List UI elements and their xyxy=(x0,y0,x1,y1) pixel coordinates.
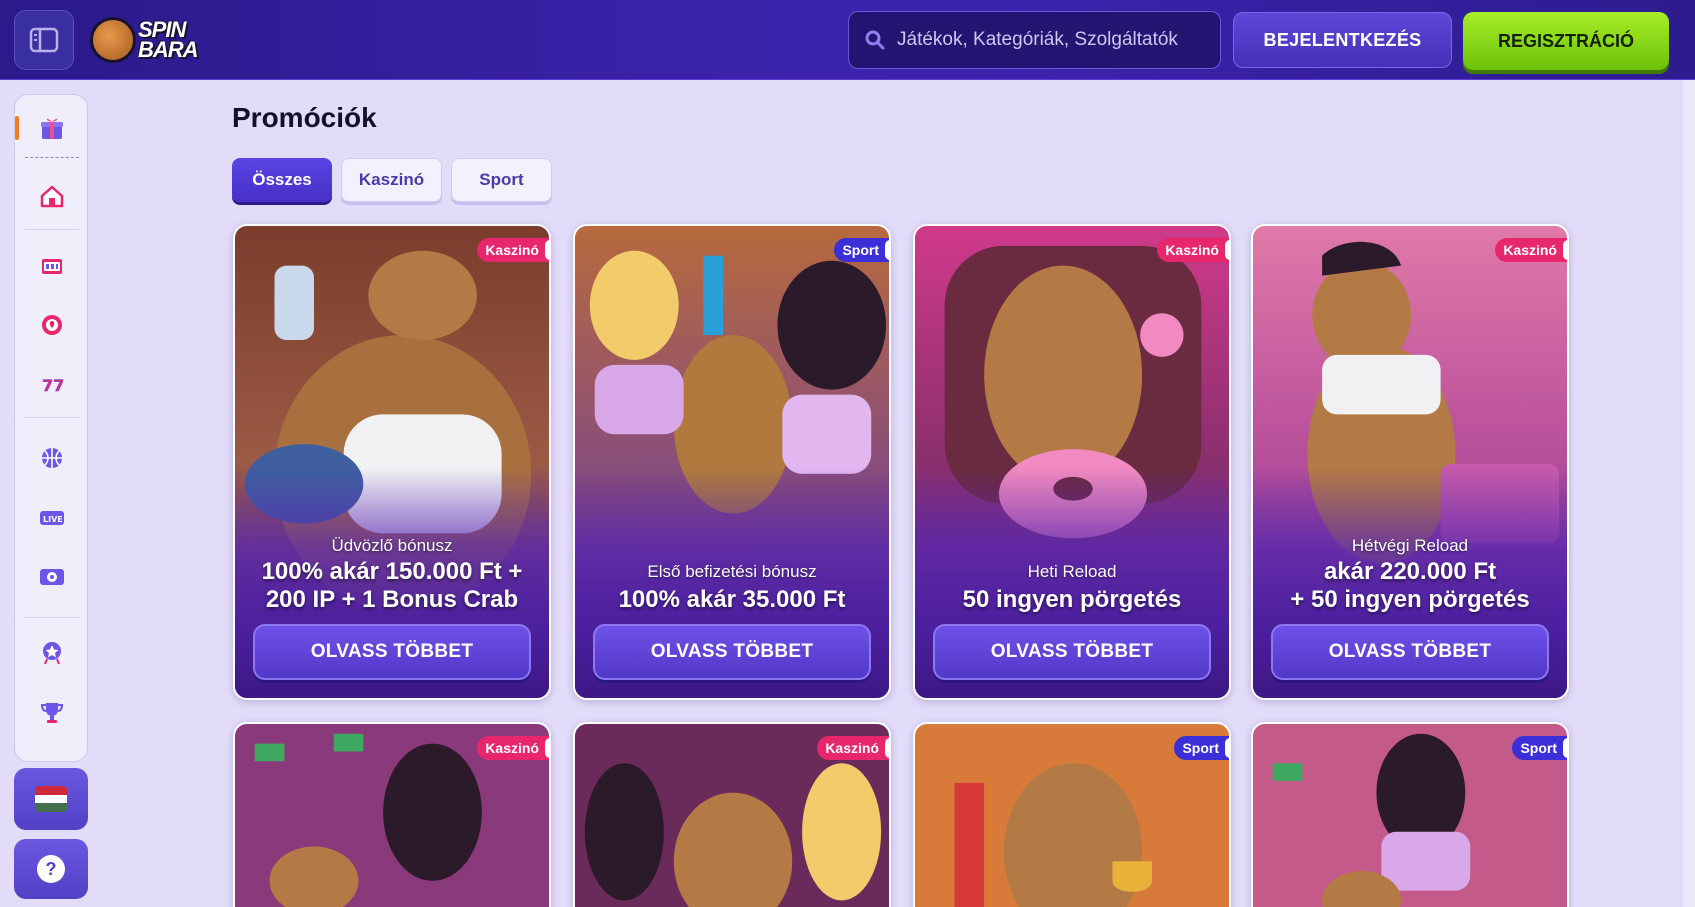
help-icon: ? xyxy=(37,855,65,883)
sidebar-item-tournaments[interactable] xyxy=(15,687,89,737)
promo-subtitle: Heti Reload xyxy=(1027,562,1117,581)
promo-card-welcome-bonus[interactable]: Kaszinó Üdvözlő bónusz 100% akár 150.000… xyxy=(233,224,551,700)
category-badge: Kaszinó xyxy=(817,736,889,760)
sidebar-toggle-icon xyxy=(29,27,59,53)
category-badge: Sport xyxy=(1512,736,1567,760)
search-input[interactable]: Játékok, Kategóriák, Szolgáltatók xyxy=(848,11,1221,69)
promo-card-weekend-reload[interactable]: Kaszinó Hétvégi Reload akár 220.000 Ft +… xyxy=(1251,224,1569,700)
gift-icon xyxy=(41,118,63,139)
search-icon xyxy=(865,30,885,50)
home-icon xyxy=(40,185,64,208)
poker-chip-icon xyxy=(42,315,62,335)
promo-subtitle: Hétvégi Reload xyxy=(1351,536,1469,555)
promo-card[interactable]: Kaszinó xyxy=(233,722,551,907)
category-badge: Kaszinó xyxy=(1495,238,1567,262)
top-header: SPIN BARA Játékok, Kategóriák, Szolgálta… xyxy=(0,0,1695,80)
sidebar-item-promotions[interactable] xyxy=(15,103,89,153)
sidebar-divider xyxy=(25,229,79,230)
sidebar-item-vip[interactable] xyxy=(15,627,89,677)
vip-icon xyxy=(43,642,61,665)
sidebar-item-live[interactable]: LIVE xyxy=(15,493,89,543)
sidebar-item-casino[interactable] xyxy=(15,241,89,291)
page-title: Promóciók xyxy=(232,102,377,133)
sidebar-item-sport[interactable] xyxy=(15,433,89,483)
filter-tab-sport[interactable]: Sport xyxy=(451,158,552,202)
page-scrollbar[interactable] xyxy=(1683,80,1695,907)
promo-title-line1: 100% akár 35.000 Ft xyxy=(618,586,846,613)
register-button[interactable]: REGISZTRÁCIÓ xyxy=(1463,12,1669,70)
category-badge: Kaszinó xyxy=(477,238,549,262)
dice-icon xyxy=(42,259,62,274)
slot-777-icon: 77 xyxy=(42,376,65,396)
sidebar-item-virtual-sports[interactable] xyxy=(15,552,89,602)
promo-title-line1: akár 220.000 Ft xyxy=(1323,558,1497,585)
capybara-mascot-icon xyxy=(90,17,136,63)
promo-card-first-deposit[interactable]: Sport Első befizetési bónusz 100% akár 3… xyxy=(573,224,891,700)
read-more-button[interactable]: OLVASS TÖBBET xyxy=(1271,624,1549,680)
read-more-button[interactable]: OLVASS TÖBBET xyxy=(593,624,871,680)
promo-card[interactable]: Kaszinó xyxy=(573,722,891,907)
sidebar-item-home[interactable] xyxy=(15,171,89,221)
live-icon: LIVE xyxy=(40,511,64,525)
language-selector[interactable] xyxy=(14,768,88,830)
read-more-button[interactable]: OLVASS TÖBBET xyxy=(933,624,1211,680)
sidebar-nav: 77 LIVE xyxy=(14,94,88,762)
spinbara-logo[interactable]: SPIN BARA xyxy=(90,12,225,68)
virtual-sports-icon xyxy=(40,569,64,585)
sidebar-toggle-button[interactable] xyxy=(14,10,74,70)
promo-card-weekly-reload[interactable]: Kaszinó Heti Reload 50 ingyen pörgetés O… xyxy=(913,224,1231,700)
svg-text:LIVE: LIVE xyxy=(43,515,63,524)
category-badge: Kaszinó xyxy=(477,736,549,760)
logo-text-line2: BARA xyxy=(138,37,199,62)
promo-title-line1: 100% akár 150.000 Ft + xyxy=(261,558,523,585)
category-badge: Kaszinó xyxy=(1157,238,1229,262)
trophy-icon xyxy=(40,703,64,723)
sidebar-divider xyxy=(25,157,79,158)
category-badge: Sport xyxy=(1174,736,1229,760)
promo-subtitle: Üdvözlő bónusz xyxy=(331,536,453,555)
promo-title-line2: 200 IP + 1 Bonus Crab xyxy=(265,586,519,613)
sidebar-item-slots[interactable]: 77 xyxy=(15,359,89,409)
help-button[interactable]: ? xyxy=(14,839,88,899)
promo-card[interactable]: Sport xyxy=(913,722,1231,907)
basketball-icon xyxy=(42,448,62,468)
promo-card[interactable]: Sport xyxy=(1251,722,1569,907)
promo-title-line1: 50 ingyen pörgetés xyxy=(962,586,1182,613)
sidebar-divider xyxy=(25,617,79,618)
sidebar-divider xyxy=(25,417,79,418)
hu-flag-icon xyxy=(35,786,67,812)
login-button[interactable]: BEJELENTKEZÉS xyxy=(1233,12,1452,68)
category-badge: Sport xyxy=(834,238,889,262)
promo-subtitle: Első befizetési bónusz xyxy=(647,562,817,581)
svg-text:77: 77 xyxy=(42,376,64,395)
search-placeholder: Játékok, Kategóriák, Szolgáltatók xyxy=(897,29,1178,50)
filter-tab-casino[interactable]: Kaszinó xyxy=(341,158,442,202)
sidebar-item-table-games[interactable] xyxy=(15,300,89,350)
promo-title-line2: + 50 ingyen pörgetés xyxy=(1290,586,1530,613)
filter-tab-all[interactable]: Összes xyxy=(232,158,332,202)
read-more-button[interactable]: OLVASS TÖBBET xyxy=(253,624,531,680)
